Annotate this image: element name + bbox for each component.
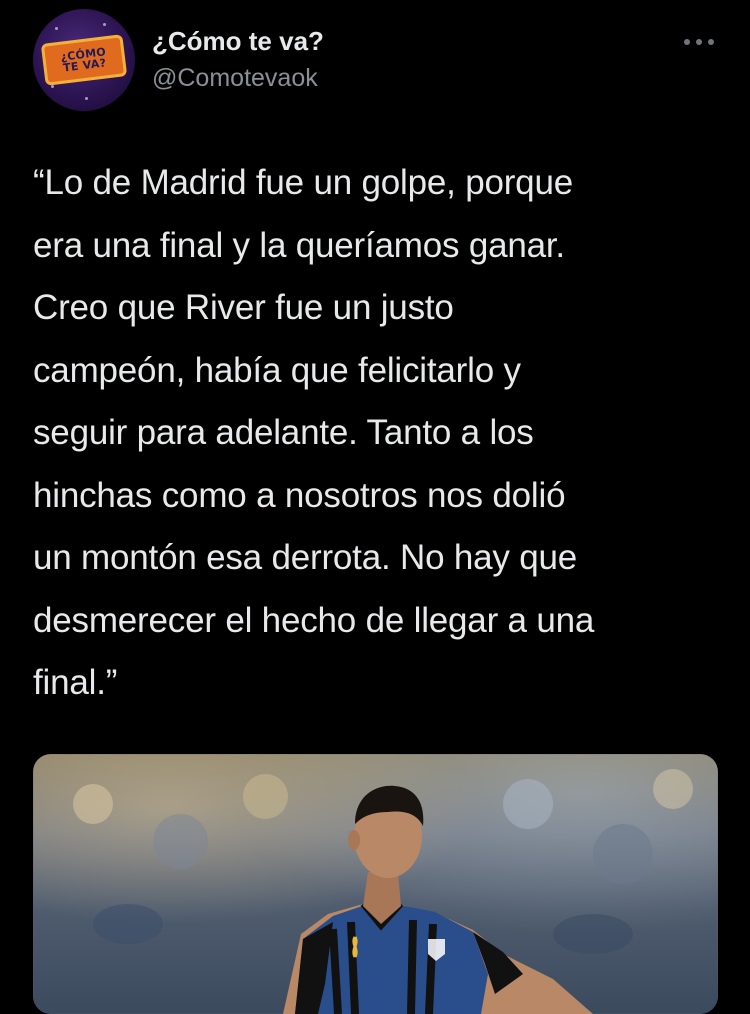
- avatar-star-decoration: [55, 27, 58, 30]
- avatar-star-decoration: [51, 85, 54, 88]
- tweet-card[interactable]: ¿CÓMO TE VA? ¿Cómo te va? @Comotevaok “L…: [0, 0, 750, 1014]
- avatar-star-decoration: [103, 23, 106, 26]
- tweet-text-line: era una final y la queríamos ganar.: [33, 225, 565, 265]
- tweet-text-line: hinchas como a nosotros nos dolió: [33, 475, 566, 515]
- tweet-text-line: desmerecer el hecho de llegar a una: [33, 600, 595, 640]
- tweet-text-line: un montón esa derrota. No hay que: [33, 538, 578, 577]
- avatar-logo-line-2: TE VA?: [62, 56, 107, 75]
- display-name[interactable]: ¿Cómo te va?: [152, 26, 324, 57]
- avatar[interactable]: ¿CÓMO TE VA?: [33, 9, 135, 111]
- avatar-star-decoration: [85, 97, 88, 100]
- tweet-text-line: Creo que River fue un justo: [33, 288, 454, 327]
- tweet-text-line: final.”: [33, 663, 118, 702]
- tweet-media-photo[interactable]: [33, 754, 718, 1014]
- more-dot: [696, 39, 702, 45]
- tweet-text-line: campeón, había que felicitarlo y: [33, 350, 521, 390]
- tweet-text-line: “Lo de Madrid fue un golpe, porque: [33, 163, 573, 202]
- more-dot: [708, 39, 714, 45]
- user-handle[interactable]: @Comotevaok: [152, 64, 318, 93]
- more-horizontal-icon[interactable]: [684, 38, 714, 46]
- tweet-text-line: seguir para adelante. Tanto a los: [33, 413, 534, 452]
- avatar-logo: ¿CÓMO TE VA?: [40, 34, 128, 86]
- more-dot: [684, 39, 690, 45]
- soccer-player-figure: [283, 785, 593, 1014]
- tweet-text: “Lo de Madrid fue un golpe, porque era u…: [33, 152, 723, 715]
